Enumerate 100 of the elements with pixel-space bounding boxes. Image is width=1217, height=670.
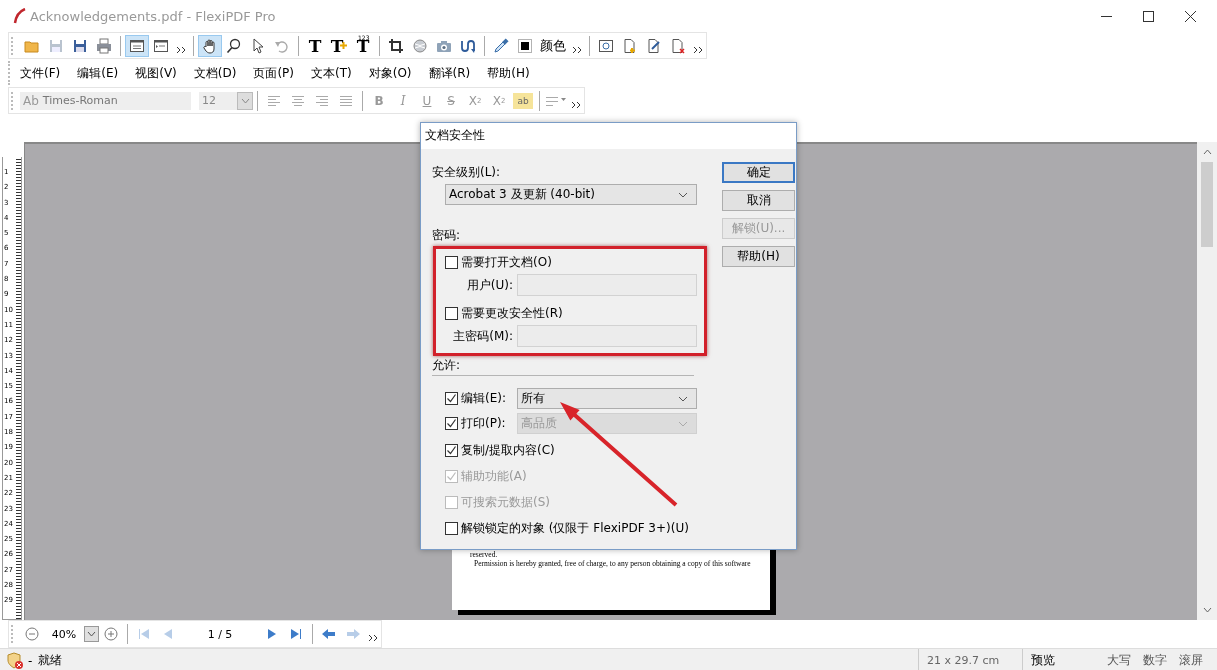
caret-icon — [678, 420, 688, 427]
checkbox[interactable] — [445, 306, 458, 320]
printer-icon — [96, 37, 112, 54]
last-icon — [288, 626, 304, 642]
menu-item[interactable]: 文档(D) — [193, 64, 237, 82]
key-indicator: 数字 — [1142, 652, 1168, 669]
page-number: 1 / 5 — [206, 627, 234, 641]
panel-icon — [153, 37, 169, 54]
check-icon — [446, 444, 457, 456]
app-logo-icon — [13, 8, 27, 24]
section-heading: 允许: — [432, 357, 462, 374]
scrollbar[interactable] — [1197, 142, 1217, 620]
menu-item[interactable]: 翻译(R) — [428, 64, 471, 82]
key-indicator: 大写 — [1106, 652, 1132, 669]
menu-item[interactable]: 编辑(E) — [77, 64, 119, 82]
checkbox-label: 辅助功能(A) — [461, 467, 527, 485]
chevron-icon — [572, 45, 582, 54]
font-name: Times-Roman — [42, 94, 118, 107]
checkbox-label: 复制/提取内容(C) — [461, 441, 555, 459]
zoom-dropdown[interactable] — [84, 626, 99, 642]
text-tool-button[interactable]: T — [303, 34, 327, 57]
chevron-icon — [176, 45, 186, 54]
dropdown-value: 所有 — [521, 390, 545, 407]
key-indicator: 滚屏 — [1178, 652, 1204, 669]
highlight-button[interactable]: ab — [513, 92, 533, 109]
zoom-level: 40% — [50, 627, 78, 641]
security-level-dropdown[interactable]: Acrobat 3 及更新 (40-bit) — [445, 184, 697, 205]
scroll-up-icon — [1202, 149, 1212, 155]
dialog-button[interactable]: 取消 — [722, 190, 795, 211]
globe-icon — [412, 37, 428, 54]
cursor-icon — [250, 37, 266, 54]
maximize-icon — [1142, 10, 1154, 22]
window-icon — [129, 37, 145, 54]
color-button[interactable]: 颜色 — [537, 34, 569, 57]
menu-item[interactable]: 帮助(H) — [487, 64, 530, 82]
section-heading: 密码: — [432, 227, 462, 244]
password-field[interactable] — [517, 325, 697, 347]
caret-icon — [240, 97, 250, 104]
hand-tool-button[interactable] — [198, 34, 222, 57]
chevron-icon — [368, 634, 378, 642]
dialog-button[interactable]: 帮助(H) — [722, 246, 795, 267]
menu-item[interactable]: 文本(T) — [311, 64, 352, 82]
dropdown-value: 高品质 — [521, 415, 557, 432]
zoom-out-icon — [24, 626, 40, 642]
checkbox-label: 编辑(E): — [461, 390, 507, 407]
floppy-icon — [48, 37, 64, 54]
curve-icon — [460, 37, 476, 54]
field-label: 用户(U): — [465, 276, 514, 294]
shield-icon — [6, 651, 24, 670]
crop-icon — [388, 37, 404, 54]
font-field[interactable]: Ab Times-Roman — [20, 91, 191, 110]
password-field[interactable] — [517, 274, 697, 296]
eyedropper-icon — [493, 37, 509, 54]
checkbox[interactable] — [445, 417, 458, 430]
font-preview: Ab — [23, 93, 39, 108]
menu-item[interactable]: 页面(P) — [253, 64, 294, 82]
checkbox-label: 可搜索元数据(S) — [461, 493, 550, 511]
hand-icon — [202, 37, 218, 54]
page-cross-icon — [670, 37, 686, 54]
menu-item[interactable]: 对象(O) — [368, 64, 412, 82]
checkbox[interactable] — [445, 521, 458, 535]
menu-item[interactable]: 视图(V) — [135, 64, 177, 82]
page-refresh-icon — [598, 37, 614, 54]
chevron-icon — [571, 100, 581, 109]
arrow-right-icon — [345, 626, 361, 642]
dropdown-value: Acrobat 3 及更新 (40-bit) — [449, 186, 595, 203]
field-label: 安全级别(L): — [432, 164, 502, 181]
checkbox[interactable] — [445, 255, 458, 269]
checkbox-label: 需要打开文档(O) — [461, 253, 552, 271]
page-pencil-icon — [646, 37, 662, 54]
checkbox-label: 打印(P): — [461, 415, 507, 432]
caret-icon — [87, 631, 96, 637]
dropdown-button[interactable] — [237, 91, 253, 110]
swatch-icon — [517, 37, 533, 54]
field-label: 主密码(M): — [452, 327, 514, 345]
paper-size: 21 x 29.7 cm — [918, 649, 1022, 670]
check-icon — [446, 418, 457, 429]
page-view-button[interactable] — [125, 34, 149, 57]
checkbox-label: 需要更改安全性(R) — [461, 304, 563, 322]
scroll-down-icon — [1202, 607, 1212, 613]
permission-dropdown[interactable]: 所有 — [517, 388, 697, 409]
zoom-in-icon — [103, 626, 119, 642]
status-dash: - — [28, 653, 33, 668]
menu-item[interactable]: 文件(F) — [20, 64, 61, 82]
checkbox[interactable] — [445, 392, 458, 405]
check-icon — [446, 470, 457, 482]
font-size-value: 12 — [201, 94, 217, 107]
check-icon — [446, 393, 457, 404]
window-title: Acknowledgements.pdf - FlexiPDF Pro — [30, 8, 276, 24]
caret-icon — [678, 395, 688, 402]
chevron-icon — [693, 45, 703, 54]
checkbox[interactable] — [445, 443, 458, 457]
view-mode: 预览 — [1022, 649, 1101, 670]
scroll-thumb[interactable] — [1201, 162, 1213, 247]
floppy-icon — [72, 37, 88, 54]
dialog-button[interactable]: 确定 — [722, 162, 795, 183]
magnifier-icon — [226, 37, 242, 54]
page-plus-icon — [622, 37, 638, 54]
add-text-button[interactable]: T — [327, 34, 351, 57]
first-icon — [136, 626, 152, 642]
